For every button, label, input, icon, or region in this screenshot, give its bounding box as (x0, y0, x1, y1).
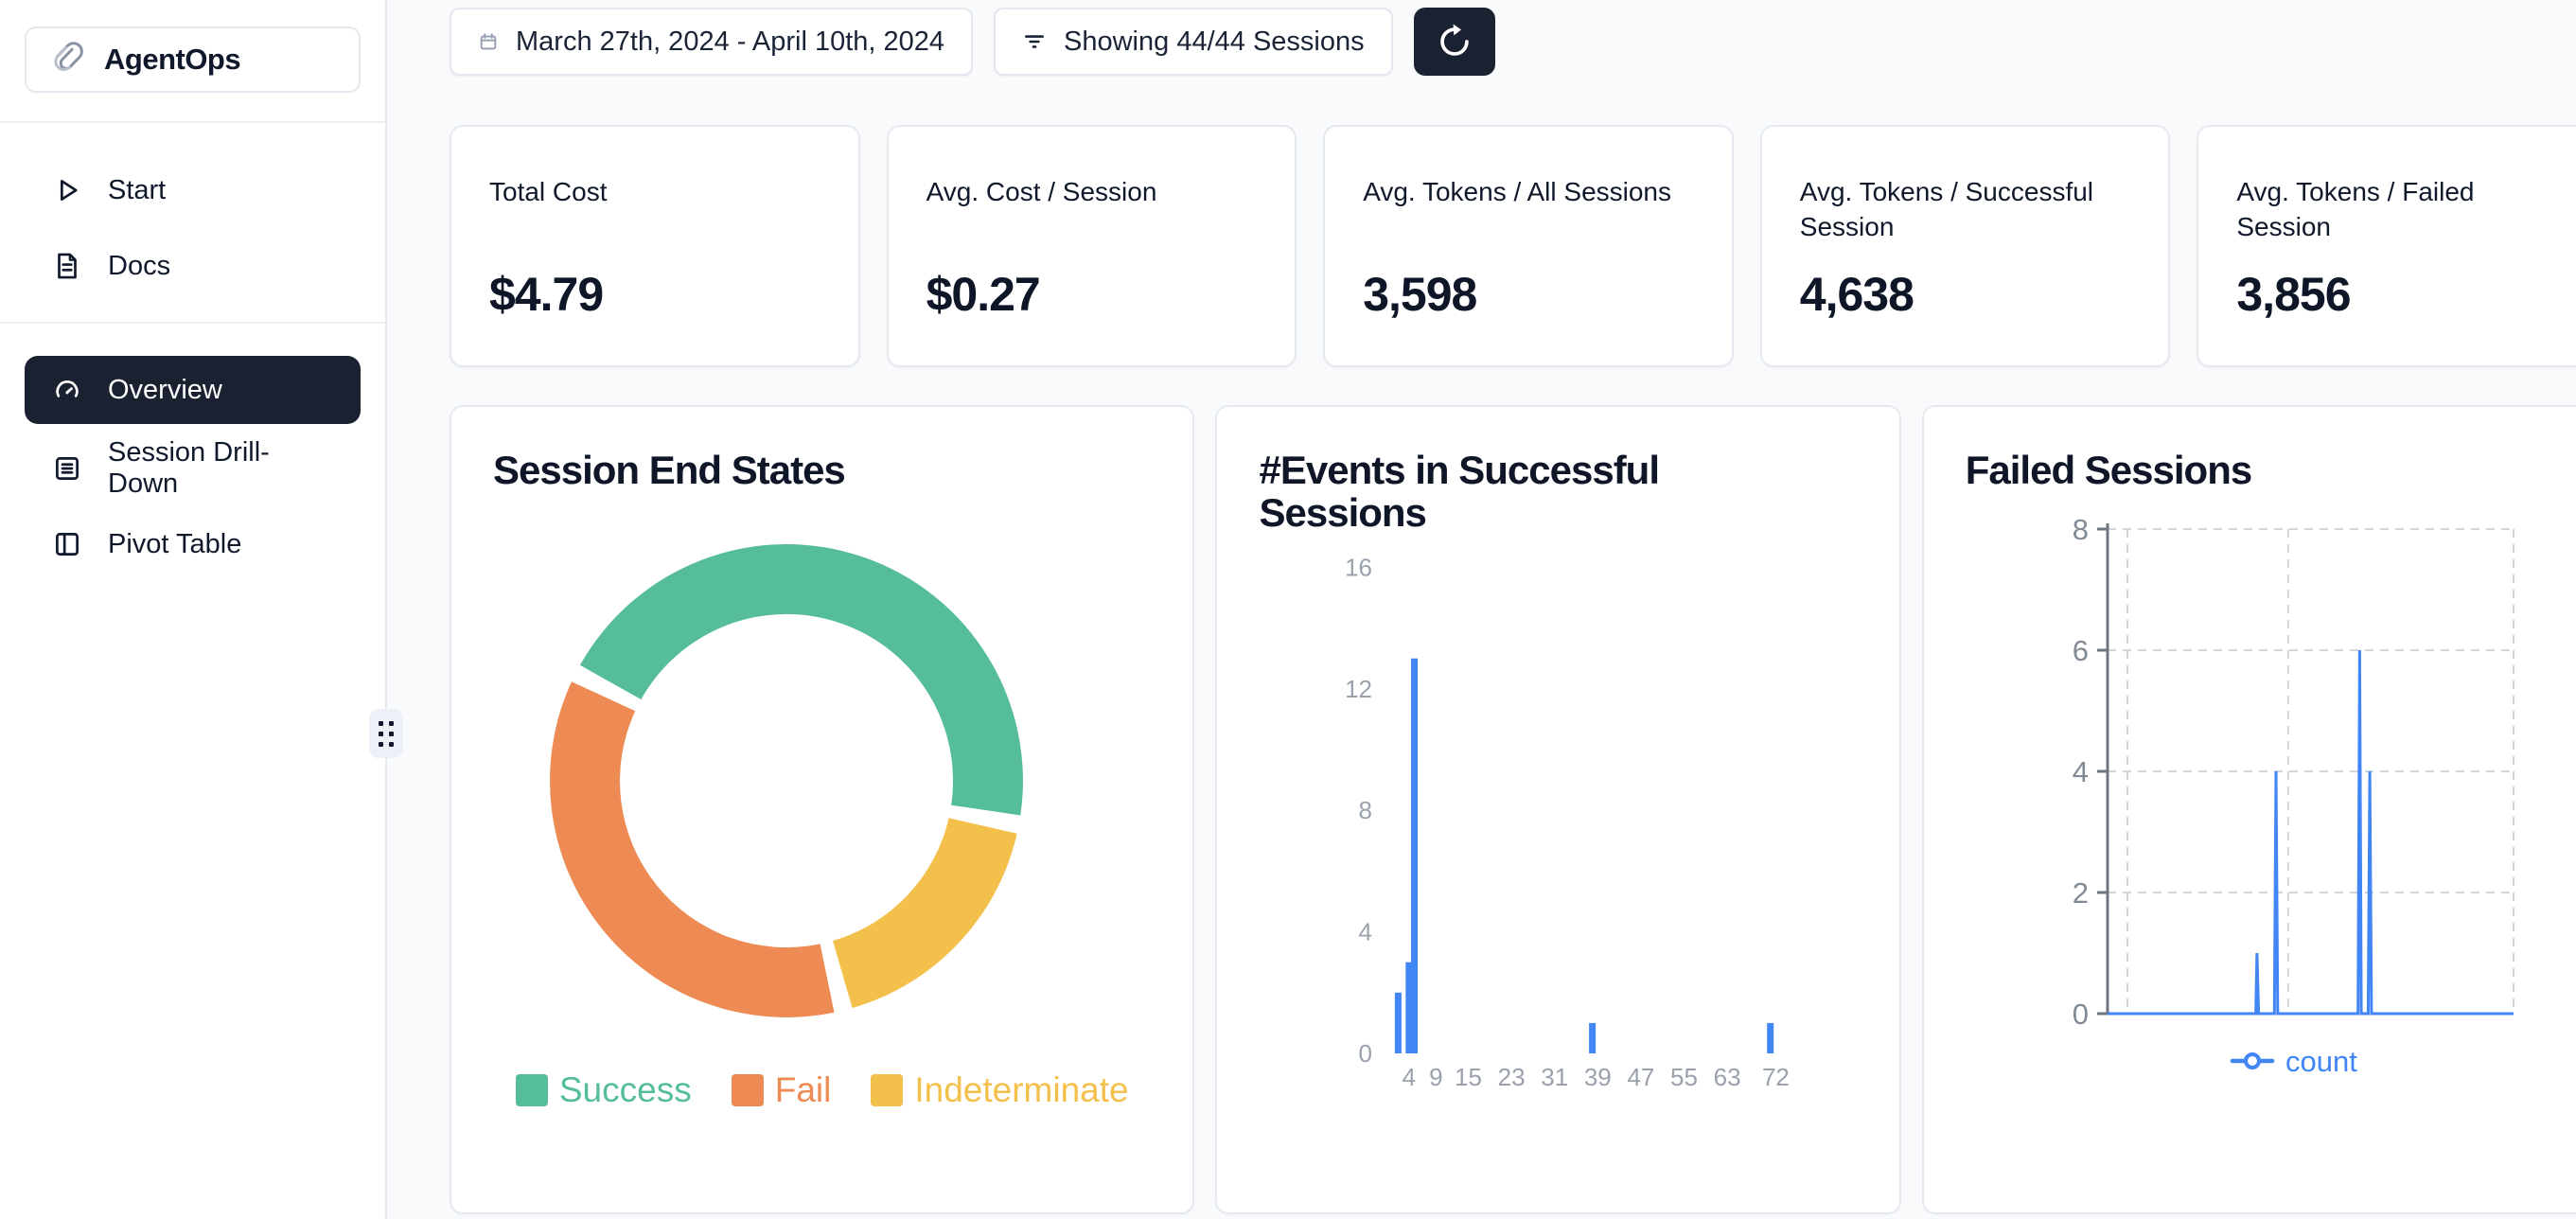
stat-card-avg-tokens-successful: Avg. Tokens / Successful Session 4,638 (1760, 125, 2171, 367)
sidebar-item-session-drill-down[interactable]: Session Drill-Down (25, 437, 361, 500)
stat-label: Total Cost (451, 127, 858, 209)
svg-text:31: 31 (1542, 1063, 1569, 1091)
list-document-icon (51, 452, 83, 485)
events-histogram: 0481216491523313947556372 (1259, 548, 1864, 1116)
date-range-picker[interactable]: March 27th, 2024 - April 10th, 2024 (450, 8, 973, 76)
chart-title: Session End States (493, 449, 1151, 491)
stat-value: $4.79 (489, 267, 603, 322)
sidebar-nav-secondary: Overview Session Drill-Down Pivot Table (0, 324, 385, 575)
play-icon (51, 174, 83, 206)
stat-cards-row: Total Cost $4.79 Avg. Cost / Session $0.… (450, 125, 2576, 367)
sidebar-item-pivot-table[interactable]: Pivot Table (25, 513, 361, 575)
svg-text:63: 63 (1714, 1063, 1741, 1091)
chart-title: Failed Sessions (1966, 449, 2564, 491)
stat-value: 3,856 (2236, 267, 2350, 322)
stat-value: 3,598 (1363, 267, 1476, 322)
sidebar-item-label: Start (108, 175, 166, 206)
svg-text:count: count (2285, 1045, 2357, 1078)
sidebar-nav-primary: Start Docs (0, 123, 385, 297)
sidebar: AgentOps Start Docs (0, 0, 387, 1219)
filter-lines-icon (1022, 29, 1047, 54)
paperclip-icon (49, 41, 87, 79)
session-end-states-card: Session End States Success Fail Indetermin… (450, 405, 1194, 1214)
svg-text:8: 8 (2073, 513, 2089, 546)
stat-label: Avg. Cost / Session (889, 127, 1296, 209)
legend-label: Indeterminate (914, 1070, 1128, 1110)
date-range-label: March 27th, 2024 - April 10th, 2024 (516, 26, 944, 58)
sessions-filter-label: Showing 44/44 Sessions (1064, 26, 1365, 58)
main-content: March 27th, 2024 - April 10th, 2024 Show… (387, 0, 2576, 1219)
app-name: AgentOps (104, 43, 240, 77)
sidebar-item-start[interactable]: Start (25, 159, 361, 221)
chart-title: #Events in Successful Sessions (1259, 449, 1751, 535)
svg-text:4: 4 (1359, 917, 1372, 945)
app-logo[interactable]: AgentOps (25, 26, 361, 93)
stat-card-avg-tokens-all: Avg. Tokens / All Sessions 3,598 (1323, 125, 1734, 367)
svg-text:2: 2 (2073, 876, 2089, 910)
legend-swatch (732, 1074, 764, 1106)
svg-text:39: 39 (1584, 1063, 1612, 1091)
legend-label: Success (559, 1070, 692, 1110)
svg-text:47: 47 (1628, 1063, 1655, 1091)
stat-label: Avg. Tokens / Successful Session (1762, 127, 2169, 244)
legend-item: Indeterminate (871, 1070, 1128, 1110)
stat-value: $0.27 (926, 267, 1040, 322)
charts-row: Session End States Success Fail Indetermin… (450, 405, 2576, 1214)
svg-text:12: 12 (1346, 675, 1373, 703)
stat-card-total-cost: Total Cost $4.79 (450, 125, 860, 367)
svg-text:9: 9 (1430, 1063, 1443, 1091)
legend-swatch (871, 1074, 903, 1106)
svg-text:72: 72 (1762, 1063, 1790, 1091)
legend-swatch (516, 1074, 548, 1106)
topbar: March 27th, 2024 - April 10th, 2024 Show… (450, 8, 2576, 76)
document-icon (51, 250, 83, 282)
svg-text:0: 0 (1359, 1039, 1372, 1068)
donut-wrap (493, 508, 1151, 1057)
calendar-icon (478, 31, 499, 52)
stat-label: Avg. Tokens / Failed Session (2198, 127, 2576, 244)
svg-text:4: 4 (2073, 755, 2089, 788)
sidebar-item-label: Pivot Table (108, 529, 241, 560)
legend-label: Fail (775, 1070, 832, 1110)
svg-text:4: 4 (1403, 1063, 1416, 1091)
stat-card-avg-tokens-failed: Avg. Tokens / Failed Session 3,856 (2197, 125, 2576, 367)
svg-text:8: 8 (1359, 796, 1372, 824)
panel-left-icon (51, 528, 83, 560)
stat-label: Avg. Tokens / All Sessions (1325, 127, 1732, 209)
refresh-icon (1435, 22, 1474, 62)
stat-card-avg-cost: Avg. Cost / Session $0.27 (887, 125, 1297, 367)
session-end-states-donut (493, 508, 1137, 1052)
refresh-button[interactable] (1414, 8, 1495, 76)
events-histogram-card: #Events in Successful Sessions 048121649… (1215, 405, 1900, 1214)
drag-handle-icon[interactable] (369, 709, 403, 758)
svg-text:6: 6 (2073, 634, 2089, 667)
failed-sessions-chart: 0 2 4 6 8 count (1966, 501, 2571, 1092)
sidebar-item-docs[interactable]: Docs (25, 235, 361, 297)
sidebar-item-overview[interactable]: Overview (25, 356, 361, 424)
sidebar-item-label: Session Drill-Down (108, 437, 334, 500)
svg-text:16: 16 (1346, 553, 1373, 581)
stat-value: 4,638 (1800, 267, 1914, 322)
donut-legend: Success Fail Indeterminate (493, 1070, 1151, 1110)
failed-sessions-card: Failed Sessions 0 2 4 6 8 count (1922, 405, 2576, 1214)
sessions-filter[interactable]: Showing 44/44 Sessions (994, 8, 1393, 76)
svg-text:0: 0 (2073, 998, 2089, 1031)
sidebar-item-label: Docs (108, 251, 170, 282)
legend-item: Success (516, 1070, 692, 1110)
legend-item: Fail (732, 1070, 832, 1110)
svg-text:55: 55 (1671, 1063, 1699, 1091)
gauge-icon (51, 374, 83, 406)
sidebar-item-label: Overview (108, 375, 222, 406)
svg-text:23: 23 (1498, 1063, 1526, 1091)
svg-text:15: 15 (1456, 1063, 1483, 1091)
